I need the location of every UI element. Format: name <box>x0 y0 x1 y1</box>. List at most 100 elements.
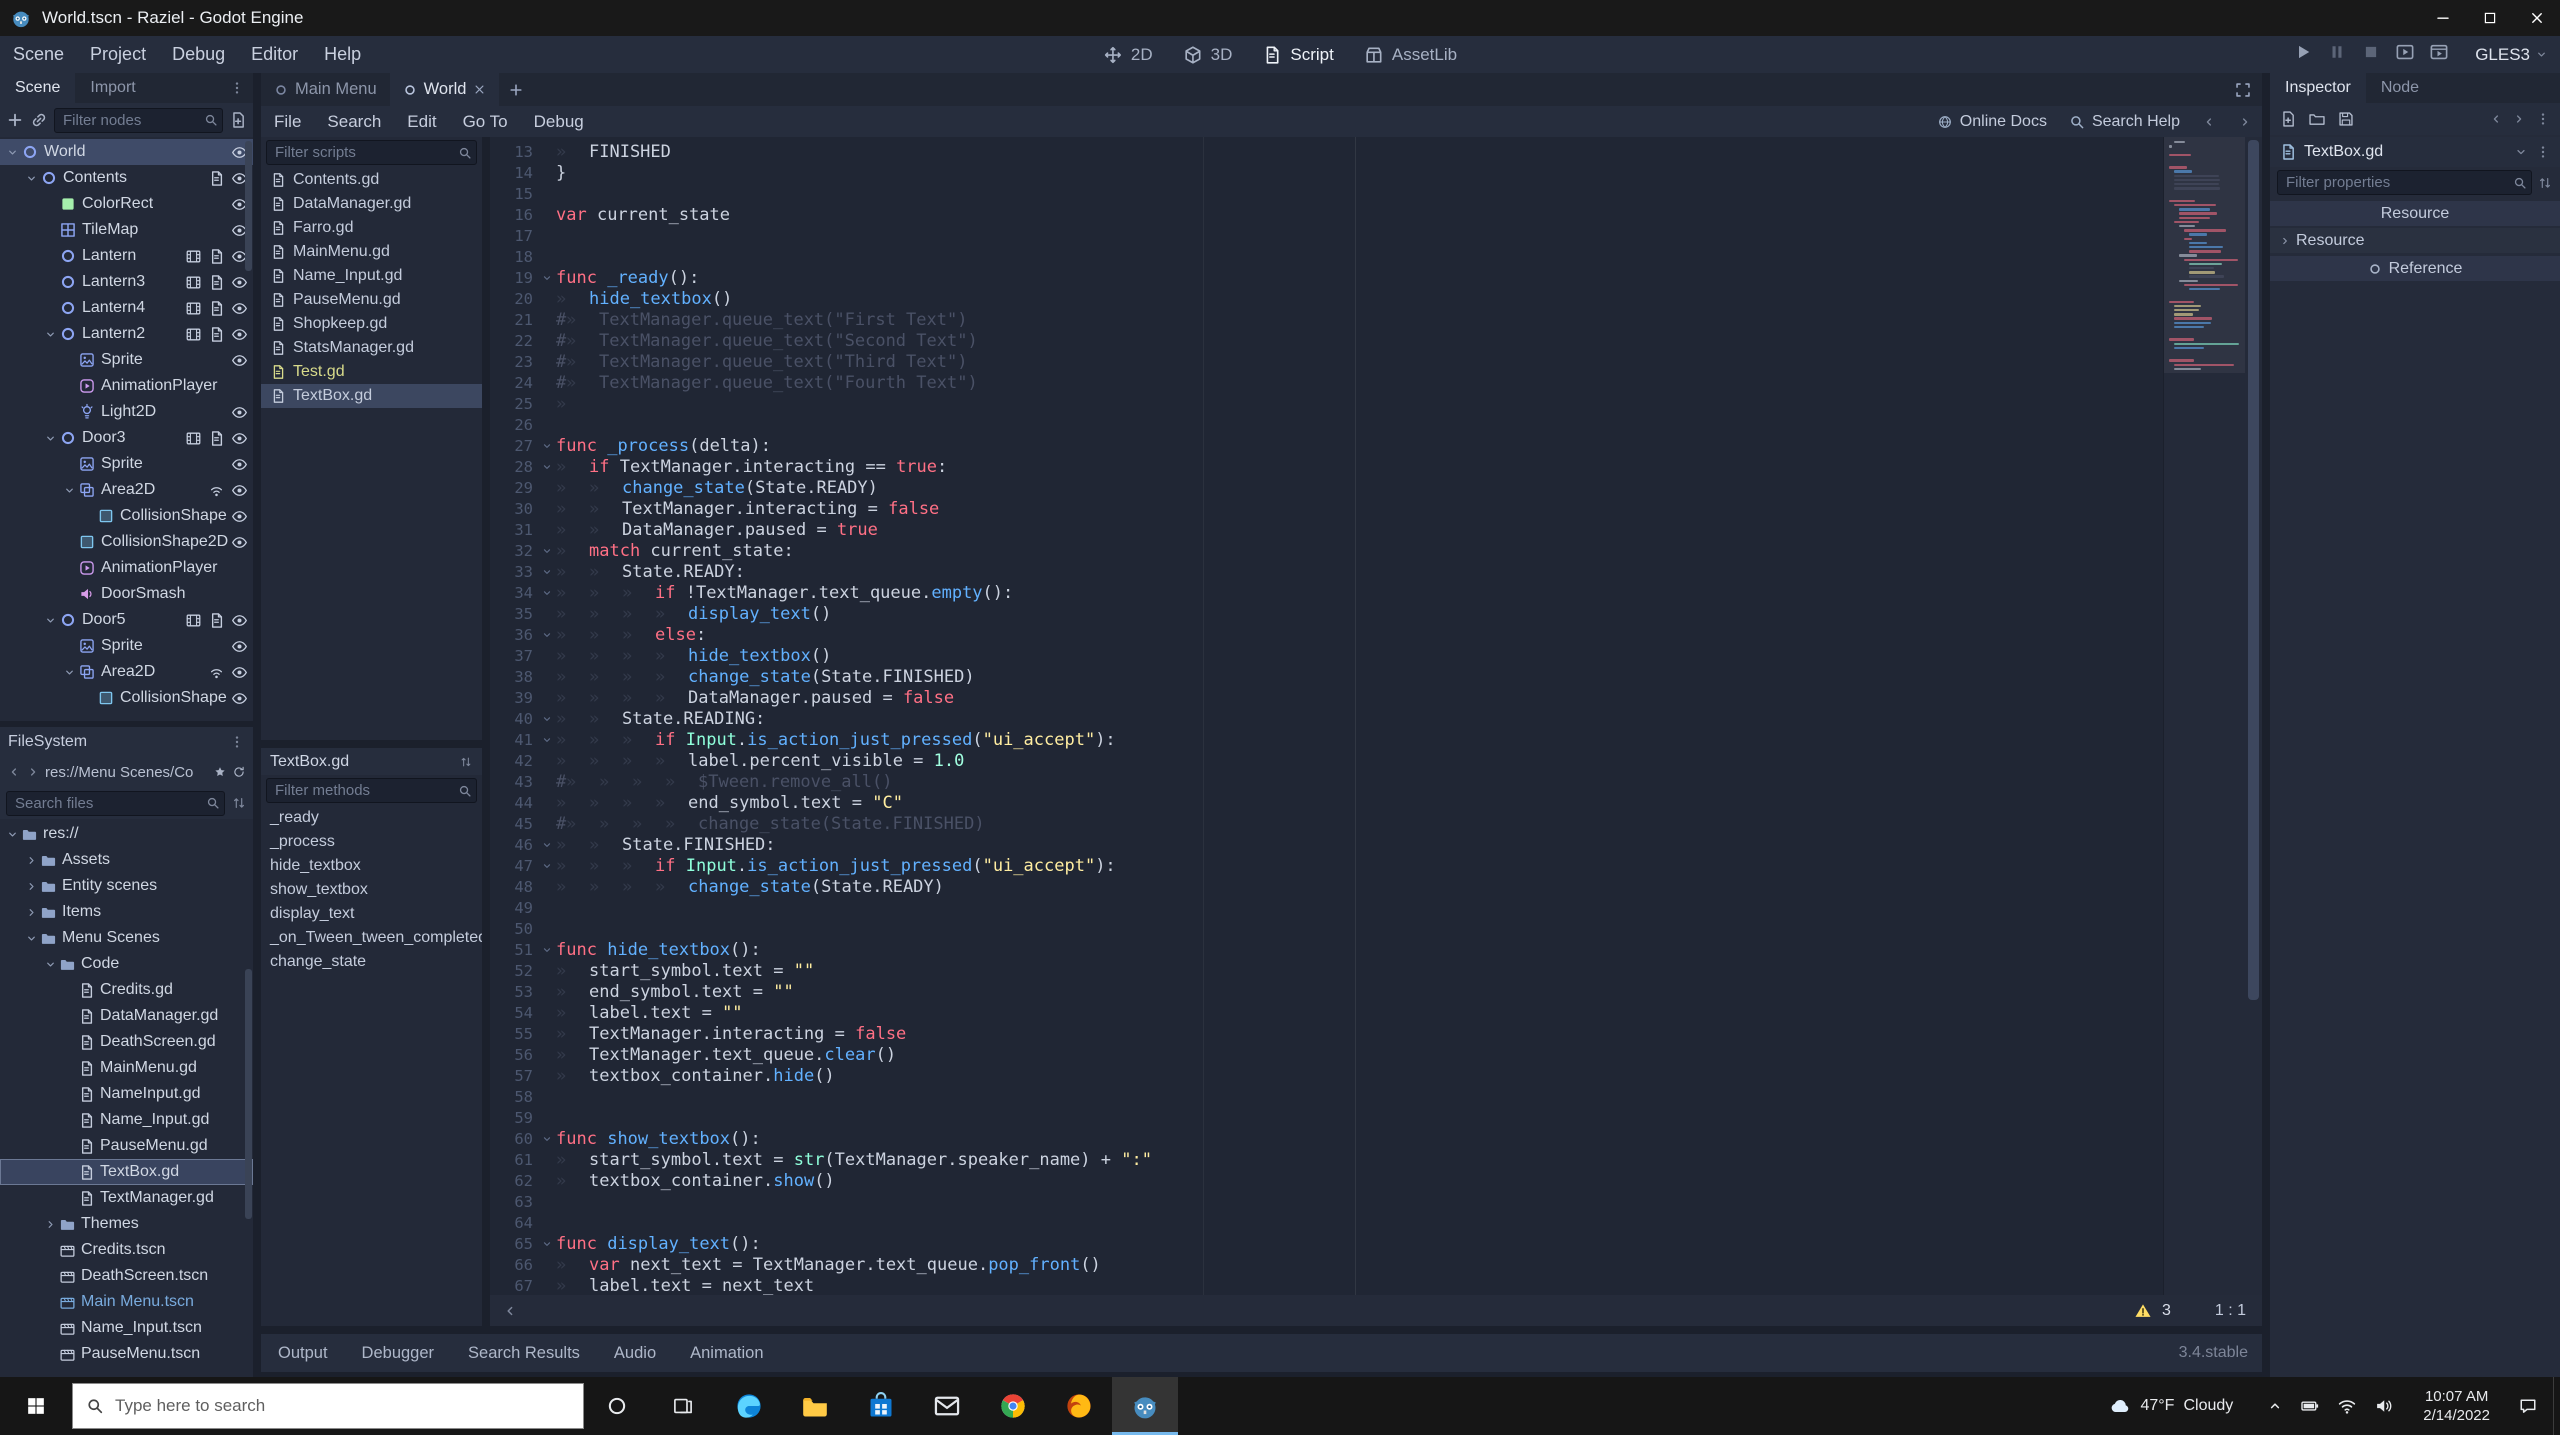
film-icon[interactable] <box>185 430 202 447</box>
code-line[interactable]: 67»label.text = next_text <box>490 1275 2163 1295</box>
script-icon[interactable] <box>208 612 225 629</box>
taskbar-app-chrome[interactable] <box>980 1377 1046 1435</box>
visibility-eye-icon[interactable] <box>231 690 248 707</box>
maximize-button[interactable] <box>2466 0 2513 36</box>
script-menu-go-to[interactable]: Go To <box>450 112 521 132</box>
fold-icon[interactable] <box>538 839 556 851</box>
scene-node-door3[interactable]: Door3 <box>0 425 253 451</box>
script-menu-edit[interactable]: Edit <box>394 112 449 132</box>
fold-icon[interactable] <box>538 587 556 599</box>
file-textbox-gd[interactable]: TextBox.gd <box>0 1159 253 1185</box>
code-line[interactable]: 16var current_state <box>490 204 2163 225</box>
code-line[interactable]: 40»»State.READING: <box>490 708 2163 729</box>
menu-editor[interactable]: Editor <box>238 36 311 73</box>
object-extra-icon[interactable] <box>2535 144 2551 160</box>
code-line[interactable]: 44»»»»end_symbol.text = "C" <box>490 792 2163 813</box>
file-menu-scenes[interactable]: Menu Scenes <box>0 925 253 951</box>
cortana-button[interactable] <box>584 1377 650 1435</box>
script-icon[interactable] <box>208 274 225 291</box>
visibility-eye-icon[interactable] <box>231 352 248 369</box>
script-item-datamanager-gd[interactable]: DataManager.gd <box>261 192 482 216</box>
script-icon[interactable] <box>208 170 225 187</box>
file-main-menu-tscn[interactable]: Main Menu.tscn <box>0 1289 253 1315</box>
file-assets[interactable]: Assets <box>0 847 253 873</box>
inspector-group-resource[interactable]: Resource <box>2270 228 2560 253</box>
search-files-input[interactable] <box>6 791 225 816</box>
code-line[interactable]: 33»»State.READY: <box>490 561 2163 582</box>
visibility-eye-icon[interactable] <box>231 456 248 473</box>
script-item-statsmanager-gd[interactable]: StatsManager.gd <box>261 336 482 360</box>
code-line[interactable]: 42»»»»label.percent_visible = 1.0 <box>490 750 2163 771</box>
code-line[interactable]: 50 <box>490 918 2163 939</box>
file-credits-tscn[interactable]: Credits.tscn <box>0 1237 253 1263</box>
fold-icon[interactable] <box>538 1238 556 1250</box>
scene-node-lantern[interactable]: Lantern <box>0 243 253 269</box>
code-line[interactable]: 38»»»»change_state(State.FINISHED) <box>490 666 2163 687</box>
bottom-tab-animation[interactable]: Animation <box>673 1344 780 1363</box>
code-line[interactable]: 41»»»if Input.is_action_just_pressed("ui… <box>490 729 2163 750</box>
file-textmanager-gd[interactable]: TextManager.gd <box>0 1185 253 1211</box>
script-history-forward-icon[interactable] <box>2238 115 2252 129</box>
filter-properties-input[interactable] <box>2277 170 2532 195</box>
method-item-show-textbox[interactable]: show_textbox <box>261 878 482 902</box>
taskbar-app-edge[interactable] <box>716 1377 782 1435</box>
code-scrollbar[interactable] <box>2245 137 2262 1295</box>
tab-import[interactable]: Import <box>75 73 150 103</box>
code-line[interactable]: 51func hide_textbox(): <box>490 939 2163 960</box>
taskbar-app-store[interactable] <box>848 1377 914 1435</box>
code-line[interactable]: 14} <box>490 162 2163 183</box>
collapse-icon[interactable] <box>61 666 78 679</box>
visibility-eye-icon[interactable] <box>231 638 248 655</box>
code-line[interactable]: 19func _ready(): <box>490 267 2163 288</box>
code-minimap[interactable] <box>2163 137 2245 1295</box>
code-line[interactable]: 13»FINISHED <box>490 141 2163 162</box>
code-line[interactable]: 58 <box>490 1086 2163 1107</box>
script-item-textbox-gd[interactable]: TextBox.gd <box>261 384 482 408</box>
visibility-eye-icon[interactable] <box>231 274 248 291</box>
fold-icon[interactable] <box>538 713 556 725</box>
scene-node-sprite[interactable]: Sprite <box>0 347 253 373</box>
filter-nodes-input[interactable] <box>54 108 223 133</box>
code-line[interactable]: 28»if TextManager.interacting == true: <box>490 456 2163 477</box>
bottom-tab-audio[interactable]: Audio <box>597 1344 673 1363</box>
script-item-pausemenu-gd[interactable]: PauseMenu.gd <box>261 288 482 312</box>
code-line[interactable]: 21#»TextManager.queue_text("First Text") <box>490 309 2163 330</box>
bottom-tab-debugger[interactable]: Debugger <box>345 1344 451 1363</box>
taskbar-app-firefox[interactable] <box>1046 1377 1112 1435</box>
attach-script-icon[interactable] <box>229 111 247 129</box>
expand-icon[interactable] <box>23 880 40 893</box>
code-line[interactable]: 60func show_textbox(): <box>490 1128 2163 1149</box>
code-line[interactable]: 22#»TextManager.queue_text("Second Text"… <box>490 330 2163 351</box>
stop-button[interactable] <box>2361 42 2381 67</box>
tab-inspector[interactable]: Inspector <box>2270 73 2366 103</box>
fold-icon[interactable] <box>538 1133 556 1145</box>
fold-icon[interactable] <box>538 272 556 284</box>
collapse-icon[interactable] <box>42 328 59 341</box>
code-line[interactable]: 45#»»»»change_state(State.FINISHED) <box>490 813 2163 834</box>
file-entity-scenes[interactable]: Entity scenes <box>0 873 253 899</box>
film-icon[interactable] <box>185 326 202 343</box>
scene-node-colorrect[interactable]: ColorRect <box>0 191 253 217</box>
close-button[interactable] <box>2513 0 2560 36</box>
scene-node-sprite[interactable]: Sprite <box>0 633 253 659</box>
menu-project[interactable]: Project <box>77 36 159 73</box>
code-line[interactable]: 64 <box>490 1212 2163 1233</box>
history-back-icon[interactable] <box>7 765 21 779</box>
code-line[interactable]: 18 <box>490 246 2163 267</box>
start-button[interactable] <box>0 1377 72 1435</box>
script-icon[interactable] <box>208 430 225 447</box>
filter-methods-input[interactable] <box>266 778 477 803</box>
file-pausemenu-tscn[interactable]: PauseMenu.tscn <box>0 1341 253 1367</box>
script-menu-debug[interactable]: Debug <box>521 112 597 132</box>
code-line[interactable]: 65func display_text(): <box>490 1233 2163 1254</box>
script-item-name-input-gd[interactable]: Name_Input.gd <box>261 264 482 288</box>
method-item-on-tween-tween-completed[interactable]: _on_Tween_tween_completed <box>261 926 482 950</box>
film-icon[interactable] <box>185 300 202 317</box>
fold-icon[interactable] <box>538 440 556 452</box>
new-resource-icon[interactable] <box>2279 110 2297 128</box>
script-item-mainmenu-gd[interactable]: MainMenu.gd <box>261 240 482 264</box>
code-line[interactable]: 37»»»»hide_textbox() <box>490 645 2163 666</box>
signal-icon[interactable] <box>208 482 225 499</box>
signal-icon[interactable] <box>208 664 225 681</box>
code-line[interactable]: 63 <box>490 1191 2163 1212</box>
